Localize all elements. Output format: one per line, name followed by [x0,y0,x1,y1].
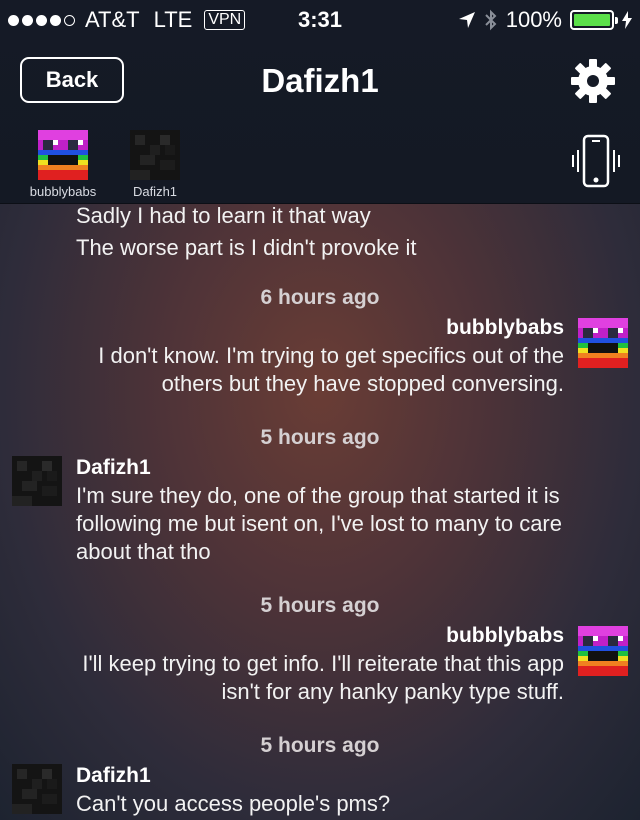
page-title: Dafizh1 [261,62,379,99]
member-name: Dafizh1 [132,184,178,199]
avatar [130,130,180,180]
member-bubblybabs[interactable]: bubblybabs [18,130,108,199]
message-text: I don't know. I'm trying to get specific… [98,343,564,368]
chat-area[interactable]: Sadly I had to learn it that way The wor… [0,204,640,820]
location-arrow-icon [458,12,475,28]
message-text: others but they have stopped conversing. [161,371,564,396]
status-bar: AT&T LTE VPN 3:31 100% [0,0,640,40]
timestamp: 5 hours ago [260,594,380,617]
charging-bolt-icon [622,11,632,29]
message-text: I'm sure they do, one of the group that … [76,483,560,508]
sender-name: bubblybabs [446,316,564,339]
avatar [578,318,628,368]
message-text: The worse part is I didn't provoke it [76,235,417,260]
message-text: I'll keep trying to get info. I'll reite… [82,651,564,676]
member-strip: bubblybabs Dafizh1 [0,124,640,204]
member-dafizh1[interactable]: Dafizh1 [110,130,200,199]
avatar [578,626,628,676]
sender-name: Dafizh1 [76,456,151,479]
sender-name: bubblybabs [446,624,564,647]
status-right: 100% [458,0,632,40]
nav-bar: Back Dafizh1 [0,40,640,124]
message-text: following me but isent on, I've lost to … [76,511,562,536]
message-bubblybabs: bubblybabs I'll keep trying to get info.… [24,622,564,706]
gear-icon[interactable] [570,58,616,104]
timestamp: 5 hours ago [260,734,380,757]
message-text: isn't for any hanky panky type stuff. [221,679,564,704]
timestamp: 6 hours ago [260,286,380,309]
message-text: about that tho [76,539,211,564]
message-dafizh1-partial: Sadly I had to learn it that way The wor… [76,204,616,264]
battery-percent: 100% [505,7,562,32]
avatar [12,456,62,506]
battery-icon [570,10,618,30]
message-text: Can't you access people's pms? [76,791,391,816]
avatar [12,764,62,814]
member-name: bubblybabs [29,184,97,199]
vibrate-phone-icon[interactable] [570,132,622,192]
top-bar: AT&T LTE VPN 3:31 100% Back Dafizh1 bubb… [0,0,640,204]
message-text: Sadly I had to learn it that way [76,204,371,228]
message-dafizh1: Dafizh1 Can't you access people's pms? [76,762,616,818]
bluetooth-icon [485,9,497,31]
message-dafizh1: Dafizh1 I'm sure they do, one of the gro… [76,454,616,566]
timestamp: 5 hours ago [260,426,380,449]
avatar [38,130,88,180]
sender-name: Dafizh1 [76,764,151,787]
message-bubblybabs: bubblybabs I don't know. I'm trying to g… [24,314,564,398]
